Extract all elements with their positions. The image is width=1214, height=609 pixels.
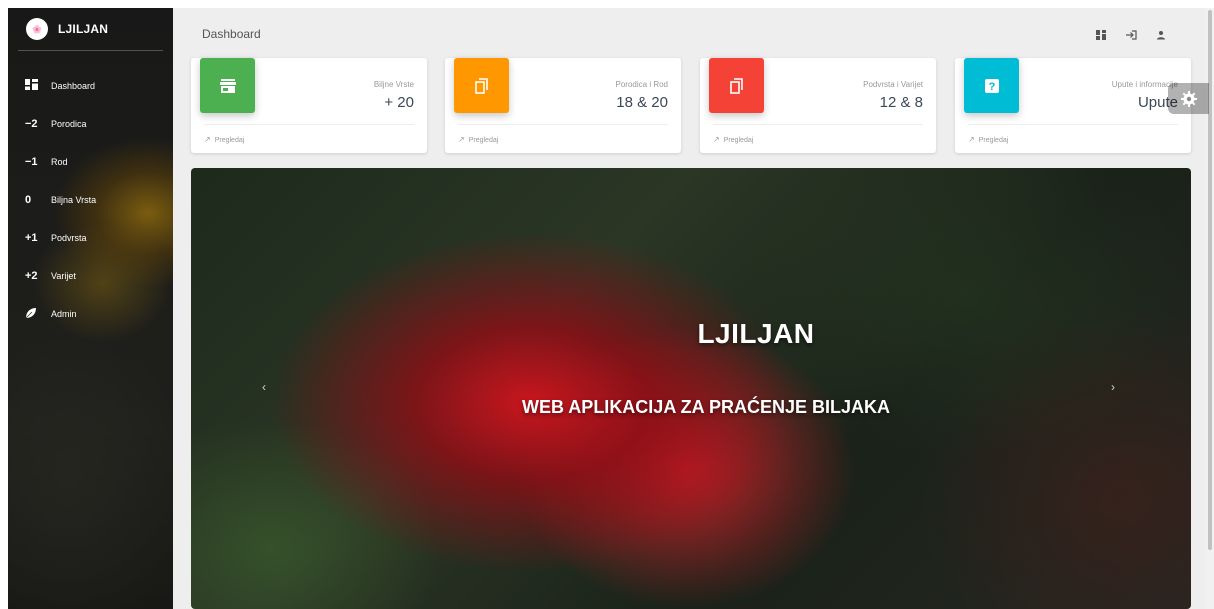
sidebar-item-porodica[interactable]: −2 Porodica <box>8 105 173 143</box>
card-footer-link[interactable]: ↗ Pregledaj <box>713 124 923 144</box>
minus-two-icon: −2 <box>25 118 38 130</box>
top-navbar: Dashboard <box>173 8 1214 56</box>
sidebar-item-podvrsta[interactable]: +1 Podvrsta <box>8 219 173 257</box>
sidebar-item-label: Rod <box>51 157 68 167</box>
card-footer-link[interactable]: ↗ Pregledaj <box>458 124 668 144</box>
zero-icon: 0 <box>25 194 32 206</box>
card-footer-link[interactable]: ↗ Pregledaj <box>204 124 414 144</box>
sidebar-nav: Dashboard −2 Porodica −1 Rod 0 Biljna Vr… <box>8 67 173 333</box>
sidebar-item-label: Dashboard <box>51 81 96 91</box>
stat-card-upute[interactable]: ? Upute i informacije Upute ↗ Pregledaj <box>955 58 1191 153</box>
trending-arrow-icon: ↗ <box>204 135 211 144</box>
brand-name: LJILJAN <box>58 22 109 36</box>
trending-arrow-icon: ↗ <box>968 135 975 144</box>
card-value: 18 & 20 <box>616 94 668 111</box>
stat-card-porodica-rod[interactable]: Porodica i Rod 18 & 20 ↗ Pregledaj <box>445 58 681 153</box>
copy-icon <box>474 77 488 94</box>
gear-icon <box>1180 90 1197 107</box>
card-footer-link[interactable]: ↗ Pregledaj <box>968 124 1178 144</box>
sidebar-item-label: Biljna Vrsta <box>51 195 97 205</box>
app-root: 🌸 LJILJAN Dashboard −2 Porodica −1 Rod 0… <box>0 0 1214 609</box>
carousel-prev-button[interactable]: ‹ <box>262 380 266 394</box>
main-content: Dashboard Biljne Vrste + 20 ↗ Pregledaj … <box>173 8 1214 609</box>
sidebar-item-rod[interactable]: −1 Rod <box>8 143 173 181</box>
card-category: Biljne Vrste <box>373 80 414 89</box>
card-value: + 20 <box>384 94 414 111</box>
sidebar-item-label: Varijet <box>51 271 76 281</box>
sidebar-item-varijet[interactable]: +2 Varijet <box>8 257 173 295</box>
card-category: Podvrsta i Varijet <box>863 80 923 89</box>
hero-title: LJILJAN <box>697 318 815 349</box>
person-icon <box>1157 31 1165 40</box>
copy-icon <box>729 77 743 94</box>
brand[interactable]: 🌸 LJILJAN <box>18 8 163 51</box>
sidebar-item-dashboard[interactable]: Dashboard <box>8 67 173 105</box>
brand-logo: 🌸 <box>26 18 48 40</box>
page-title[interactable]: Dashboard <box>202 27 261 41</box>
card-icon-box <box>454 58 509 113</box>
user-button[interactable] <box>1146 25 1176 45</box>
trending-arrow-icon: ↗ <box>458 135 465 144</box>
login-button[interactable] <box>1116 25 1146 45</box>
sidebar-item-label: Porodica <box>51 119 87 129</box>
help-icon: ? <box>984 78 999 93</box>
card-icon-box <box>709 58 764 113</box>
minus-one-icon: −1 <box>25 156 38 168</box>
card-footer-label: Pregledaj <box>468 137 499 144</box>
sidebar-item-label: Podvrsta <box>51 233 87 243</box>
stat-card-biljne-vrste[interactable]: Biljne Vrste + 20 ↗ Pregledaj <box>191 58 427 153</box>
hero-carousel[interactable]: ‹ LJILJAN WEB APLIKACIJA ZA PRAĆENJE BIL… <box>191 168 1191 609</box>
store-icon <box>219 78 236 93</box>
sidebar: 🌸 LJILJAN Dashboard −2 Porodica −1 Rod 0… <box>8 8 173 609</box>
card-value: 12 & 8 <box>879 94 923 111</box>
sidebar-item-label: Admin <box>51 309 77 319</box>
top-actions <box>1086 25 1176 45</box>
card-icon-box <box>200 58 255 113</box>
card-category: Porodica i Rod <box>615 80 668 89</box>
plus-one-icon: +1 <box>25 232 38 244</box>
dashboard-grid-button[interactable] <box>1086 25 1116 45</box>
plus-two-icon: +2 <box>25 270 38 282</box>
leaf-icon <box>25 307 51 322</box>
dashboard-grid-icon <box>1096 30 1106 40</box>
hero-subtitle: WEB APLIKACIJA ZA PRAĆENJE BILJAKA <box>521 397 891 417</box>
card-footer-label: Pregledaj <box>723 137 754 144</box>
sidebar-item-biljna-vrsta[interactable]: 0 Biljna Vrsta <box>8 181 173 219</box>
svg-text:?: ? <box>988 81 995 93</box>
trending-arrow-icon: ↗ <box>713 135 720 144</box>
card-icon-box: ? <box>964 58 1019 113</box>
sidebar-item-admin[interactable]: Admin <box>8 295 173 333</box>
settings-toggle-button[interactable] <box>1168 83 1209 114</box>
stats-cards: Biljne Vrste + 20 ↗ Pregledaj Porodica i … <box>191 58 1191 153</box>
card-footer-label: Pregledaj <box>978 137 1009 144</box>
dashboard-icon <box>25 79 51 93</box>
login-icon <box>1126 30 1137 40</box>
stat-card-podvrsta-varijet[interactable]: Podvrsta i Varijet 12 & 8 ↗ Pregledaj <box>700 58 936 153</box>
carousel-next-button[interactable]: › <box>1111 380 1115 394</box>
card-footer-label: Pregledaj <box>214 137 245 144</box>
